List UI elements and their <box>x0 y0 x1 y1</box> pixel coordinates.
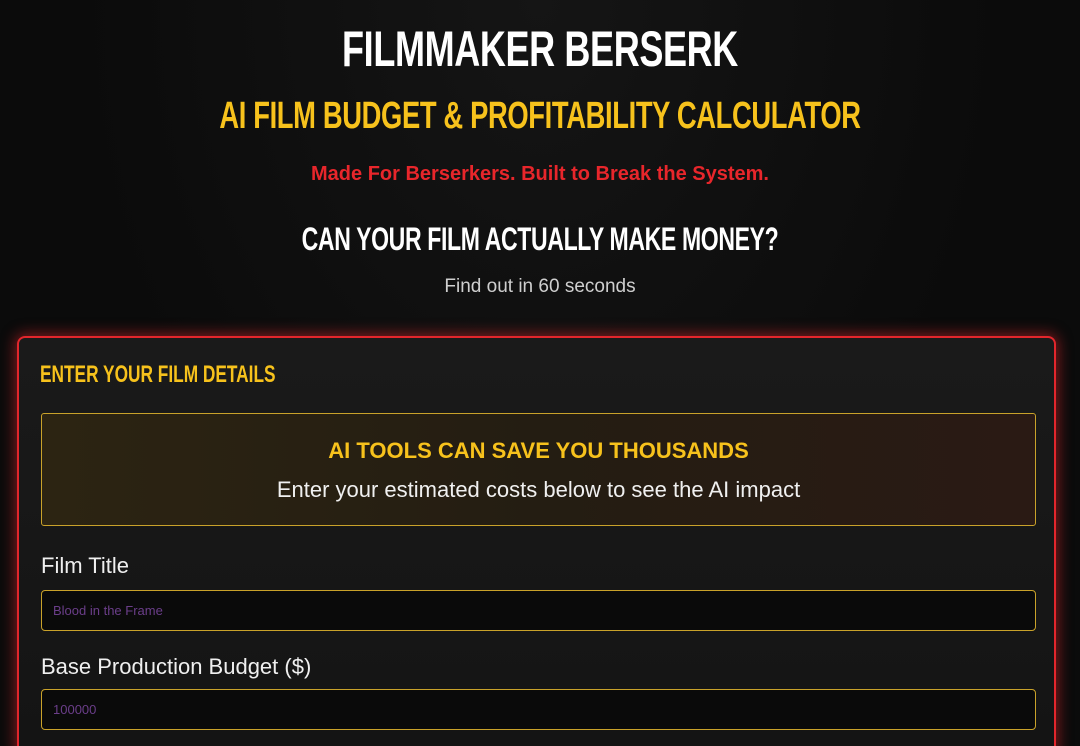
site-title: FILMMAKER BERSERK <box>0 20 1080 78</box>
subline: Find out in 60 seconds <box>444 276 636 297</box>
section-title-text: ENTER YOUR FILM DETAILS <box>40 361 276 388</box>
headline: CAN YOUR FILM ACTUALLY MAKE MONEY? <box>0 220 1080 258</box>
base-budget-input[interactable] <box>41 689 1036 730</box>
ai-savings-text: Enter your estimated costs below to see … <box>276 477 801 502</box>
film-title-input[interactable] <box>41 590 1036 631</box>
headline-text: CAN YOUR FILM ACTUALLY MAKE MONEY? <box>301 221 779 257</box>
tagline: Made For Berserkers. Built to Break the … <box>311 163 769 185</box>
ai-savings-title: AI TOOLS CAN SAVE YOU THOUSANDS <box>328 438 749 463</box>
film-title-label: Film Title <box>41 553 129 578</box>
site-subtitle-text: AI FILM BUDGET & PROFITABILITY CALCULATO… <box>219 95 861 137</box>
site-subtitle: AI FILM BUDGET & PROFITABILITY CALCULATO… <box>0 94 1080 138</box>
base-budget-label: Base Production Budget ($) <box>41 654 312 679</box>
site-title-text: FILMMAKER BERSERK <box>342 21 738 77</box>
section-title: ENTER YOUR FILM DETAILS <box>40 362 367 388</box>
film-details-card: ENTER YOUR FILM DETAILS AI TOOLS CAN SAV… <box>17 336 1056 746</box>
ai-savings-notice: AI TOOLS CAN SAVE YOU THOUSANDS Enter yo… <box>41 413 1036 526</box>
